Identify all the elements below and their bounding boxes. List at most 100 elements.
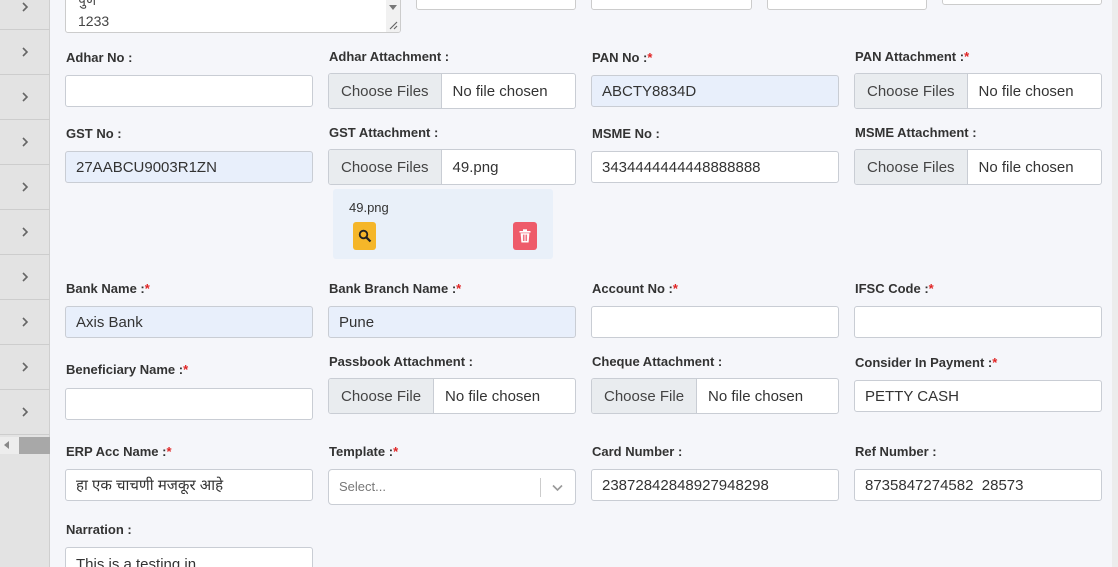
msme-no-label: MSME No :	[592, 126, 660, 141]
ref-number-label: Ref Number :	[855, 444, 937, 459]
chevron-right-icon	[22, 47, 29, 57]
gst-no-input[interactable]: 27AABCU9003R1ZN	[65, 151, 313, 183]
account-no-input[interactable]	[591, 306, 839, 338]
resize-grip-icon[interactable]	[389, 21, 398, 30]
rail-expand-item[interactable]	[0, 75, 50, 120]
chevron-right-icon	[22, 2, 29, 12]
chevron-right-icon	[22, 227, 29, 237]
chevron-right-icon	[22, 362, 29, 372]
account-no-label: Account No :*	[592, 281, 678, 296]
field-stub[interactable]	[942, 0, 1102, 5]
adhar-attachment-input[interactable]: Choose Files No file chosen	[328, 73, 576, 109]
trash-icon	[519, 229, 531, 243]
required-mark: *	[928, 281, 934, 296]
adhar-attachment-label: Adhar Attachment :	[329, 49, 450, 64]
choose-files-button[interactable]: Choose Files	[329, 150, 442, 184]
chevron-right-icon	[22, 407, 29, 417]
gst-no-label: GST No :	[66, 126, 122, 141]
scroll-down-icon[interactable]	[389, 5, 397, 10]
chevron-right-icon	[22, 272, 29, 282]
bank-name-input[interactable]: Axis Bank	[65, 306, 313, 338]
erp-acc-name-input[interactable]: हा एक चाचणी मजकूर आहे	[65, 469, 313, 501]
ifsc-code-input[interactable]	[854, 306, 1102, 338]
required-mark: *	[672, 281, 678, 296]
rail-expand-item[interactable]	[0, 120, 50, 165]
scrollbar-thumb[interactable]	[19, 437, 50, 454]
bank-name-label: Bank Name :*	[66, 281, 150, 296]
gst-attachment-preview: 49.png	[333, 189, 553, 259]
choose-file-button[interactable]: Choose File	[329, 379, 435, 413]
chevron-right-icon	[22, 317, 29, 327]
file-name: 49.png	[452, 158, 499, 176]
rail-expand-item[interactable]	[0, 345, 50, 390]
required-mark: *	[166, 444, 172, 459]
narration-label: Narration :	[66, 522, 132, 537]
erp-acc-name-label: ERP Acc Name :*	[66, 444, 172, 459]
beneficiary-name-input[interactable]	[65, 388, 313, 420]
required-mark: *	[647, 50, 653, 65]
choose-files-button[interactable]: Choose Files	[329, 74, 442, 108]
bank-branch-input[interactable]: Pune	[328, 306, 576, 338]
required-mark: *	[964, 49, 970, 64]
select-placeholder: Select...	[339, 479, 386, 494]
choose-files-button[interactable]: Choose Files	[855, 74, 968, 108]
rail-expand-item[interactable]	[0, 0, 50, 30]
horizontal-scrollbar[interactable]	[0, 437, 50, 454]
gst-attachment-input[interactable]: Choose Files 49.png	[328, 149, 576, 185]
chevron-right-icon	[22, 137, 29, 147]
field-stub[interactable]	[416, 0, 576, 10]
consider-in-payment-input[interactable]: PETTY CASH	[854, 380, 1102, 412]
choose-file-button[interactable]: Choose File	[592, 379, 698, 413]
rail-expand-item[interactable]	[0, 255, 50, 300]
required-mark: *	[456, 281, 462, 296]
required-mark: *	[992, 355, 998, 370]
preview-file-name: 49.png	[349, 200, 389, 215]
scroll-left-icon[interactable]	[4, 441, 9, 449]
rail-expand-item[interactable]	[0, 210, 50, 255]
field-stub[interactable]	[591, 0, 752, 10]
view-attachment-button[interactable]	[353, 222, 376, 250]
ref-number-input[interactable]: 8735847274582 28573	[854, 469, 1102, 501]
rail-expand-item[interactable]	[0, 165, 50, 210]
chevron-right-icon	[22, 182, 29, 192]
file-name: No file chosen	[445, 387, 541, 405]
pan-no-input[interactable]: ABCTY8834D	[591, 75, 839, 107]
chevron-down-icon[interactable]	[551, 481, 564, 494]
rail-expand-item[interactable]	[0, 300, 50, 345]
cheque-attachment-input[interactable]: Choose File No file chosen	[591, 378, 839, 414]
passbook-attachment-input[interactable]: Choose File No file chosen	[328, 378, 576, 414]
ifsc-code-label: IFSC Code :*	[855, 281, 934, 296]
vertical-scrollbar[interactable]	[1112, 0, 1118, 567]
pan-no-label: PAN No :*	[592, 50, 653, 65]
required-mark: *	[393, 444, 399, 459]
pan-attachment-input[interactable]: Choose Files No file chosen	[854, 73, 1102, 109]
msme-attachment-label: MSME Attachment :	[855, 125, 977, 140]
adhar-no-input[interactable]	[65, 75, 313, 107]
address-textarea[interactable]: पुणे 1233	[65, 0, 401, 33]
left-rail	[0, 0, 50, 567]
textarea-line: 1233	[78, 13, 110, 29]
rail-expand-item[interactable]	[0, 30, 50, 75]
delete-attachment-button[interactable]	[513, 222, 537, 250]
chevron-right-icon	[22, 92, 29, 102]
textarea-line: पुणे	[78, 0, 97, 8]
field-stub[interactable]	[767, 0, 927, 10]
template-label: Template :*	[329, 444, 399, 459]
rail-expand-item[interactable]	[0, 390, 50, 435]
msme-no-input[interactable]: 3434444444448888888	[591, 151, 839, 183]
passbook-attachment-label: Passbook Attachment :	[329, 354, 473, 369]
magnifier-icon	[358, 229, 371, 243]
pan-attachment-label: PAN Attachment :*	[855, 49, 970, 64]
card-number-input[interactable]: 23872842848927948298	[591, 469, 839, 501]
msme-attachment-input[interactable]: Choose Files No file chosen	[854, 149, 1102, 185]
template-select[interactable]: Select...	[328, 469, 576, 505]
gst-attachment-label: GST Attachment :	[329, 125, 439, 140]
choose-files-button[interactable]: Choose Files	[855, 150, 968, 184]
required-mark: *	[183, 362, 189, 377]
file-name: No file chosen	[452, 82, 548, 100]
select-separator	[540, 478, 541, 497]
required-mark: *	[144, 281, 150, 296]
file-name: No file chosen	[978, 158, 1074, 176]
card-number-label: Card Number :	[592, 444, 683, 459]
narration-textarea[interactable]: This is a testing in	[65, 547, 313, 567]
